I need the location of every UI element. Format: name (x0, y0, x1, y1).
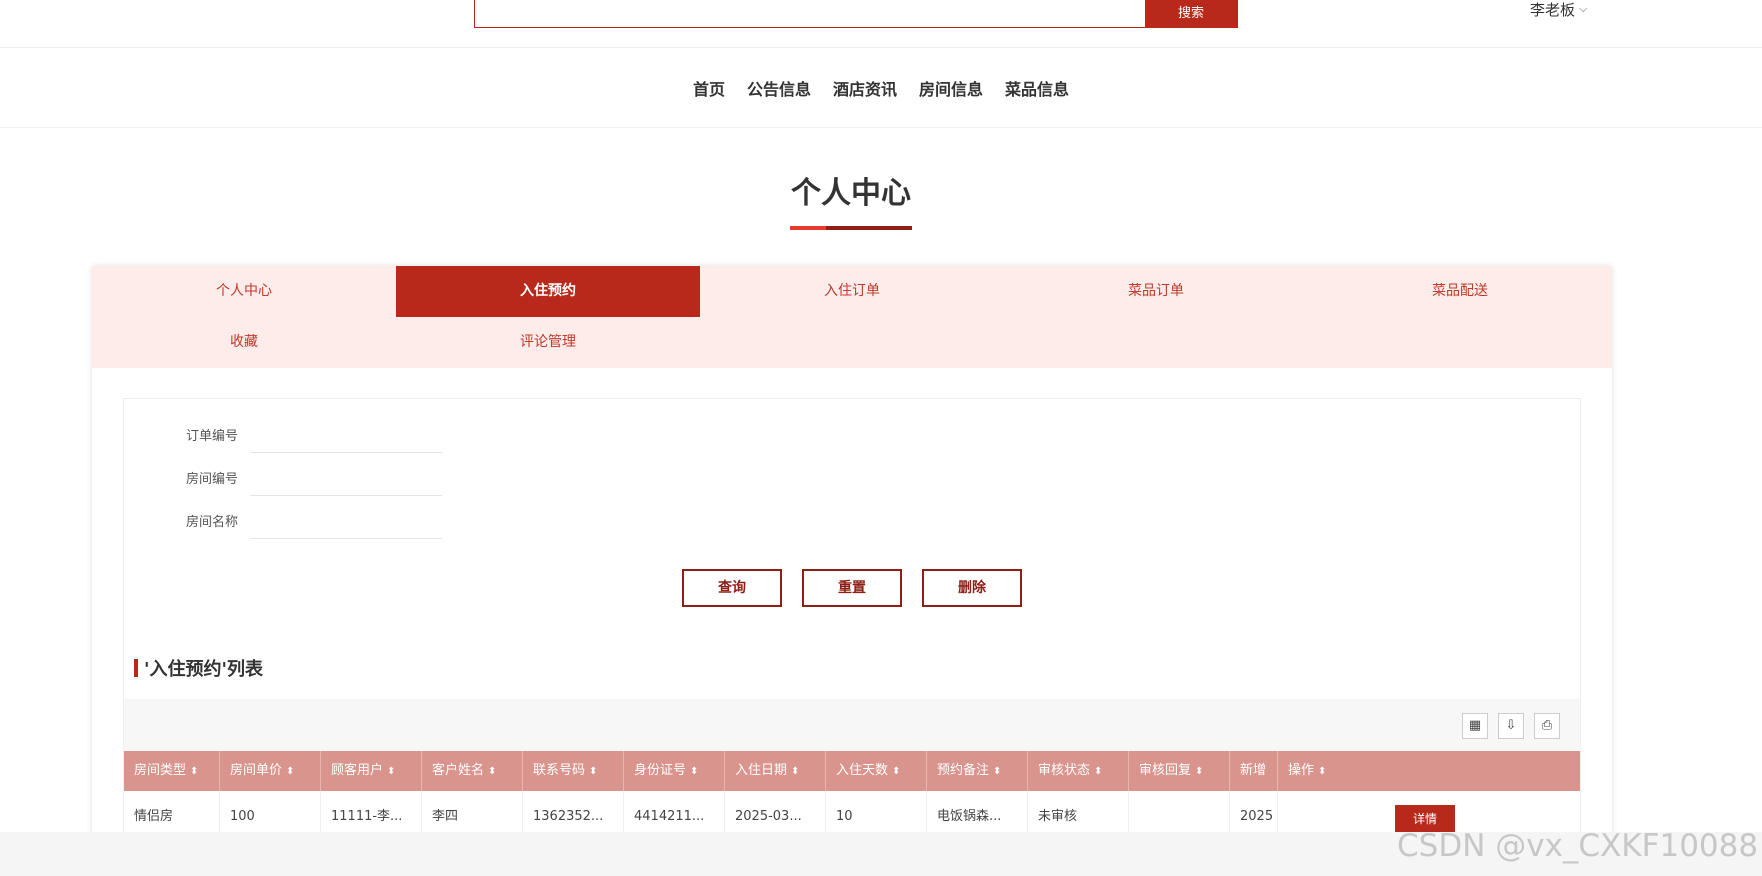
room-name-row: 房间名称 (124, 499, 724, 541)
columns-icon[interactable]: ▦ (1462, 713, 1488, 739)
nav-item-hotel-news[interactable]: 酒店资讯 (833, 76, 897, 100)
tab-personal-center[interactable]: 个人中心 (92, 266, 396, 317)
col-id-number[interactable]: 身份证号 ⬍ (624, 751, 725, 791)
list-title-text: '入住预约'列表 (144, 659, 264, 680)
col-checkin-date[interactable]: 入住日期 ⬍ (725, 751, 826, 791)
main-nav: 首页 公告信息 酒店资讯 房间信息 菜品信息 (0, 48, 1762, 128)
tab-favorites[interactable]: 收藏 (92, 317, 396, 368)
order-no-label: 订单编号 (185, 429, 238, 444)
print-icon[interactable]: ⎙ (1534, 713, 1560, 739)
page: 搜索 李老板 ⌵ 首页 公告信息 酒店资讯 房间信息 菜品信息 个人中心 个人中… (0, 0, 1762, 876)
search-input[interactable] (475, 0, 1147, 27)
export-icon[interactable]: ⇩ (1498, 713, 1524, 739)
room-no-label: 房间编号 (185, 472, 238, 487)
order-no-input[interactable] (250, 417, 442, 453)
nav-item-rooms[interactable]: 房间信息 (919, 76, 983, 100)
col-phone[interactable]: 联系号码 ⬍ (523, 751, 624, 791)
col-checkin-days[interactable]: 入住天数 ⬍ (826, 751, 927, 791)
table-toolbar: ▦ ⇩ ⎙ (124, 699, 1580, 751)
tab-dish-orders[interactable]: 菜品订单 (1004, 266, 1308, 317)
user-menu[interactable]: 李老板 ⌵ (1530, 0, 1588, 19)
col-review-reply[interactable]: 审核回复 ⬍ (1129, 751, 1230, 791)
tab-dish-delivery[interactable]: 菜品配送 (1308, 266, 1612, 317)
col-customer-user[interactable]: 顾客用户 ⬍ (321, 751, 422, 791)
query-button[interactable]: 查询 (682, 569, 782, 607)
tab-bar: 个人中心 入住预约 入住订单 菜品订单 菜品配送 收藏 评论管理 (92, 266, 1612, 368)
col-customer-name[interactable]: 客户姓名 ⬍ (422, 751, 523, 791)
top-bar: 搜索 李老板 ⌵ (0, 0, 1762, 48)
col-actions: 操作 ⬍ (1288, 763, 1327, 778)
tab-checkin-orders[interactable]: 入住订单 (700, 266, 1004, 317)
col-review-status[interactable]: 审核状态 ⬍ (1028, 751, 1129, 791)
booking-panel: 订单编号 房间编号 房间名称 查询 重置 删除 '入住预约'列表 ▦ ⇩ ⎙ 房… (123, 398, 1581, 876)
tab-checkin-booking[interactable]: 入住预约 (396, 266, 700, 317)
delete-button[interactable]: 删除 (922, 569, 1022, 607)
reset-button[interactable]: 重置 (802, 569, 902, 607)
nav-item-home[interactable]: 首页 (693, 76, 725, 100)
user-center-card: 个人中心 入住预约 入住订单 菜品订单 菜品配送 收藏 评论管理 订单编号 房间… (92, 266, 1612, 876)
title-underline (790, 226, 912, 230)
col-room-price[interactable]: 房间单价 ⬍ (220, 751, 321, 791)
search-box: 搜索 (474, 0, 1238, 28)
table-header: 房间类型 ⬍ 房间单价 ⬍ 顾客用户 ⬍ 客户姓名 ⬍ 联系号码 ⬍ 身份证号 ⬍ 入住日期… (124, 751, 1580, 791)
nav-item-dishes[interactable]: 菜品信息 (1005, 76, 1069, 100)
nav-item-notices[interactable]: 公告信息 (747, 76, 811, 100)
list-title: '入住预约'列表 (134, 657, 264, 680)
tab-comments[interactable]: 评论管理 (396, 317, 700, 368)
page-title: 个人中心 (791, 176, 911, 211)
watermark: CSDN @vx_CXKF10088 (1397, 828, 1759, 864)
order-no-row: 订单编号 (124, 413, 724, 455)
room-no-row: 房间编号 (124, 456, 724, 498)
room-name-input[interactable] (250, 503, 442, 539)
room-no-input[interactable] (250, 460, 442, 496)
room-name-label: 房间名称 (185, 515, 238, 530)
title-mark (134, 659, 138, 677)
col-added[interactable]: 新增 (1230, 751, 1278, 791)
col-booking-note[interactable]: 预约备注 ⬍ (927, 751, 1028, 791)
search-button[interactable]: 搜索 (1145, 0, 1237, 27)
col-room-type[interactable]: 房间类型 ⬍ (124, 751, 220, 791)
chevron-down-icon: ⌵ (1579, 2, 1588, 15)
user-name: 李老板 (1530, 0, 1576, 19)
